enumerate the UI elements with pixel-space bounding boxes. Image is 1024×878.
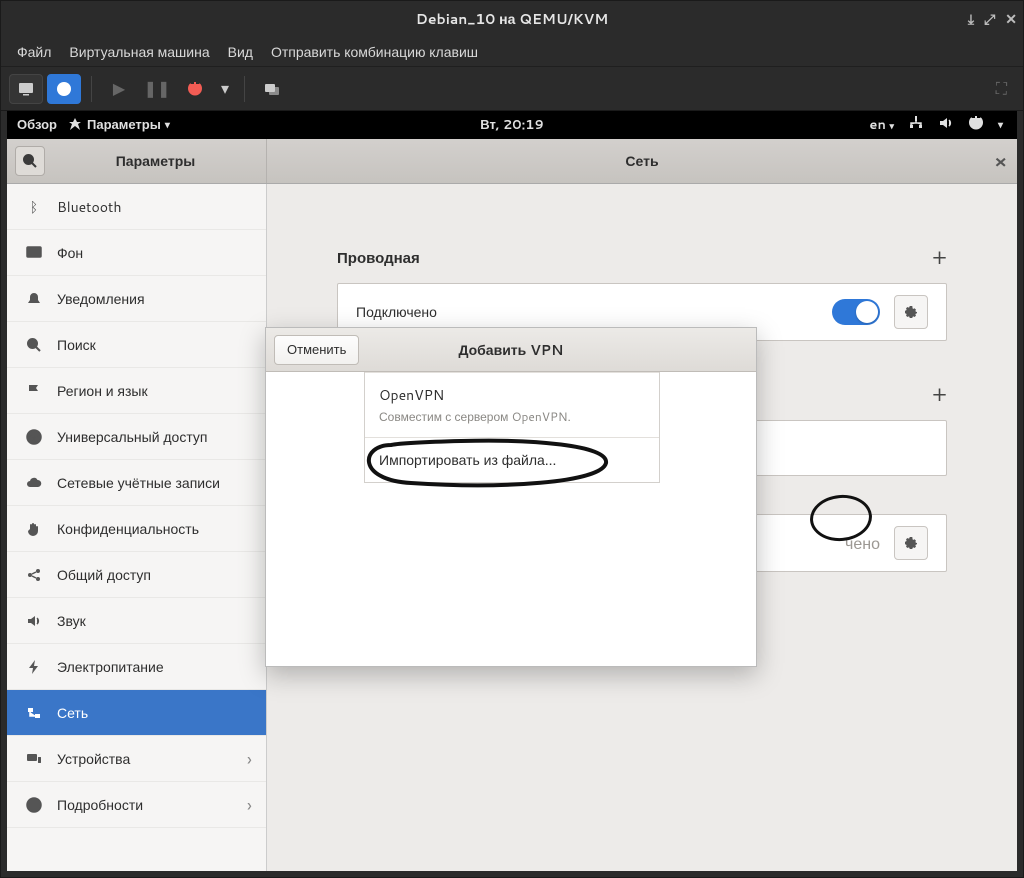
sidebar-item-label: Электропитание (57, 657, 164, 677)
vm-title: Debian_10 на QEMU/KVM (416, 9, 608, 29)
menu-file[interactable]: Файл (17, 42, 51, 62)
flag-icon (25, 383, 43, 399)
minimize-icon[interactable]: ⤓ (968, 9, 974, 29)
sidebar-item-label: Сетевые учётные записи (57, 473, 220, 493)
bell-icon (25, 291, 43, 307)
sidebar-item-bluetooth[interactable]: ᛒ Bluetooth (7, 184, 266, 230)
power-button[interactable] (178, 74, 212, 104)
sidebar-item-sound[interactable]: Звук (7, 598, 266, 644)
sidebar-item-devices[interactable]: Устройства › (7, 736, 266, 782)
vm-toolbar: i ▶ ❚❚ ▾ ⛶ (1, 67, 1023, 111)
sidebar-item-label: Поиск (57, 335, 96, 355)
sidebar-item-label: Универсальный доступ (57, 427, 207, 447)
sidebar-item-label: Регион и язык (57, 381, 148, 401)
chevron-right-icon: › (247, 792, 252, 818)
proxy-status: чено (845, 532, 880, 555)
share-icon (25, 567, 43, 583)
gnome-top-panel: Обзор Параметры ▾ Вт, 20:19 en ▾ ▾ (7, 111, 1017, 139)
search-button[interactable] (15, 146, 45, 176)
vpn-option-import[interactable]: Импортировать из файла… (365, 437, 659, 482)
cloud-icon (25, 475, 43, 491)
volume-icon (25, 613, 43, 629)
panel-app-label[interactable]: Параметры (87, 116, 161, 134)
bolt-icon (25, 659, 43, 675)
add-vpn-dialog: Отменить Добавить VPN OpenVPN Совместим … (265, 327, 757, 667)
chevron-right-icon: › (247, 746, 252, 772)
settings-sidebar: ᛒ Bluetooth Фон Уведомления Поиск Регион … (7, 184, 267, 871)
sidebar-item-notifications[interactable]: Уведомления (7, 276, 266, 322)
sidebar-item-region[interactable]: Регион и язык (7, 368, 266, 414)
cancel-button[interactable]: Отменить (274, 335, 359, 365)
panel-app-icon: Параметры ▾ (67, 116, 170, 134)
vm-titlebar: Debian_10 на QEMU/KVM ⤓ ⤢ ✕ (1, 1, 1023, 37)
accessibility-icon (25, 429, 43, 445)
sidebar-item-label: Bluetooth (57, 197, 121, 217)
sidebar-item-network[interactable]: Сеть (7, 690, 266, 736)
sidebar-item-privacy[interactable]: Конфиденциальность (7, 506, 266, 552)
vpn-option-openvpn[interactable]: OpenVPN Совместим с сервером OpenVPN. (365, 372, 659, 437)
sidebar-item-label: Фон (57, 243, 83, 263)
vpn-option-name: Импортировать из файла… (379, 450, 645, 470)
guest-screen: Обзор Параметры ▾ Вт, 20:19 en ▾ ▾ (7, 111, 1017, 871)
volume-icon[interactable] (938, 115, 954, 136)
search-icon (25, 337, 43, 353)
overview-button[interactable]: Обзор (17, 116, 57, 134)
sidebar-item-label: Общий доступ (57, 565, 151, 585)
sidebar-item-label: Уведомления (57, 289, 145, 309)
sidebar-item-background[interactable]: Фон (7, 230, 266, 276)
vpn-type-list: OpenVPN Совместим с сервером OpenVPN. Им… (364, 372, 660, 483)
panel-lang[interactable]: en ▾ (869, 116, 894, 134)
wired-toggle[interactable] (832, 299, 880, 325)
info-icon (25, 797, 43, 813)
sidebar-item-power[interactable]: Электропитание (7, 644, 266, 690)
network-icon (25, 705, 43, 721)
vm-window: Debian_10 на QEMU/KVM ⤓ ⤢ ✕ Файл Виртуал… (0, 0, 1024, 878)
info-button[interactable]: i (47, 74, 81, 104)
console-button[interactable] (9, 74, 43, 104)
menu-machine[interactable]: Виртуальная машина (69, 42, 209, 62)
proxy-settings-button[interactable] (894, 526, 928, 560)
wired-status: Подключено (356, 302, 818, 322)
hand-icon (25, 521, 43, 537)
close-icon[interactable]: ✕ (1005, 9, 1017, 29)
maximize-icon[interactable]: ⤢ (984, 9, 995, 29)
sidebar-item-label: Устройства (57, 749, 130, 769)
wired-section-title: Проводная (337, 247, 932, 268)
system-menu-arrow[interactable]: ▾ (998, 118, 1003, 132)
sidebar-title: Параметры (53, 151, 258, 171)
devices-icon (25, 751, 43, 767)
sidebar-item-online-accounts[interactable]: Сетевые учётные записи (7, 460, 266, 506)
panel-title: Сеть (267, 151, 1017, 171)
window-close-button[interactable]: × (994, 148, 1007, 174)
sidebar-item-universal-access[interactable]: Универсальный доступ (7, 414, 266, 460)
pause-button[interactable]: ❚❚ (140, 74, 174, 104)
power-icon[interactable] (968, 115, 984, 136)
sidebar-item-label: Сеть (57, 703, 88, 723)
network-icon[interactable] (908, 115, 924, 136)
snapshot-button[interactable] (255, 74, 289, 104)
vpn-option-name: OpenVPN (379, 385, 645, 405)
sidebar-item-label: Конфиденциальность (57, 519, 199, 539)
wired-settings-button[interactable] (894, 295, 928, 329)
sidebar-item-label: Звук (57, 611, 86, 631)
vm-menubar: Файл Виртуальная машина Вид Отправить ко… (1, 37, 1023, 67)
panel-clock[interactable]: Вт, 20:19 (480, 116, 544, 134)
menu-view[interactable]: Вид (228, 42, 253, 62)
background-icon (25, 245, 43, 261)
sidebar-item-details[interactable]: Подробности › (7, 782, 266, 828)
power-menu-arrow[interactable]: ▾ (216, 77, 234, 100)
vpn-option-desc: Совместим с сервером OpenVPN. (379, 408, 645, 425)
bluetooth-icon: ᛒ (25, 197, 43, 217)
play-button[interactable]: ▶ (102, 74, 136, 104)
sidebar-item-sharing[interactable]: Общий доступ (7, 552, 266, 598)
menu-send-keys[interactable]: Отправить комбинацию клавиш (271, 42, 478, 62)
settings-window: Параметры Сеть × ᛒ Bluetooth Фон Уведомле… (7, 139, 1017, 871)
fullscreen-button[interactable]: ⛶ (996, 77, 1007, 100)
add-wired-button[interactable]: + (932, 242, 947, 273)
sidebar-item-search[interactable]: Поиск (7, 322, 266, 368)
sidebar-item-label: Подробности (57, 795, 143, 815)
add-vpn-button[interactable]: + (932, 379, 947, 410)
